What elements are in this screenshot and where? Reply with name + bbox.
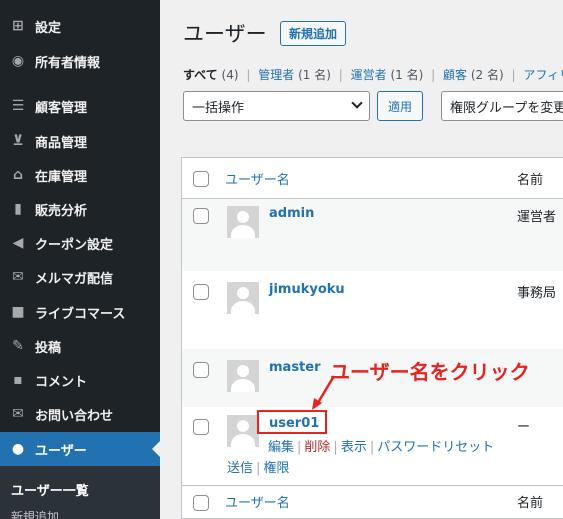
row-actions: 編集 | 削除 | 表示 | パスワードリセット: [268, 440, 495, 455]
mail-icon: ✉: [12, 269, 24, 285]
menu-comments[interactable]: ▪ コメント: [0, 363, 160, 397]
avatar: [227, 360, 259, 392]
submenu-add-new[interactable]: 新規追加: [11, 508, 59, 519]
menu-settings[interactable]: ⊞ 設定: [0, 9, 160, 43]
video-icon: ■: [11, 304, 25, 320]
role-change-select[interactable]: 権限グループを変更: [441, 91, 563, 121]
comment-icon: ▪: [13, 372, 23, 388]
table-row: user01 ー 編集 | 削除 | 表示 | パスワードリセット 送信 | 権限: [182, 407, 563, 485]
row-checkbox[interactable]: [193, 284, 209, 300]
select-all-checkbox-footer[interactable]: [193, 495, 209, 511]
username-link[interactable]: admin: [269, 206, 314, 221]
column-name-footer: 名前: [517, 496, 544, 511]
menu-products[interactable]: ⊻ 商品管理: [0, 124, 160, 158]
menu-users[interactable]: ● ユーザー: [0, 432, 160, 466]
menu-label: 投稿: [35, 340, 62, 356]
list-icon: ☰: [11, 98, 25, 114]
row-checkbox[interactable]: [193, 362, 209, 378]
row-checkbox[interactable]: [193, 419, 209, 435]
username-link[interactable]: jimukyoku: [269, 282, 345, 297]
users-submenu: ユーザー一覧 新規追加: [0, 466, 160, 519]
reset-password-link[interactable]: パスワードリセット: [377, 440, 494, 455]
mail-icon: ✉: [12, 406, 24, 422]
column-username[interactable]: ユーザー名: [225, 169, 290, 188]
settings-icon: ⊞: [12, 18, 24, 34]
dashboard-icon: ◉: [11, 53, 25, 69]
bulk-action-label: 一括操作: [192, 100, 245, 116]
menu-label: クーポン設定: [35, 237, 114, 253]
filter-admin[interactable]: 管理者: [258, 68, 294, 82]
menu-label: 商品管理: [35, 135, 88, 151]
username-highlight-box: [257, 410, 327, 434]
avatar: [227, 282, 259, 314]
column-username-footer[interactable]: ユーザー名: [225, 492, 290, 511]
admin-sidebar: ⊞ 設定 ◉ 所有者情報 ☰ 顧客管理 ⊻ 商品管理 ⌂ 在庫管理 ▮ 販売分析…: [0, 0, 160, 519]
menu-label: 在庫管理: [35, 169, 88, 185]
menu-label: メルマガ配信: [35, 271, 114, 287]
delete-link[interactable]: 削除: [304, 440, 330, 455]
view-link[interactable]: 表示: [341, 440, 367, 455]
row-checkbox[interactable]: [193, 208, 209, 224]
menu-label: コメント: [35, 374, 88, 390]
submenu-user-list[interactable]: ユーザー一覧: [11, 480, 89, 499]
permissions-link[interactable]: 権限: [263, 461, 289, 476]
edit-link[interactable]: 編集: [268, 440, 294, 455]
pin-icon: ✎: [12, 338, 24, 354]
menu-owner-info[interactable]: ◉ 所有者情報: [0, 44, 160, 78]
table-row: jimukyoku 事務局: [182, 271, 563, 349]
row-actions-2: 送信 | 権限: [227, 461, 290, 476]
table-footer: ユーザー名 名前: [182, 485, 563, 519]
user-role: ー: [517, 420, 531, 435]
avatar: [227, 415, 259, 447]
chevron-down-icon: [351, 97, 363, 109]
avatar: [227, 206, 259, 238]
page-title: ユーザー: [183, 22, 267, 46]
filter-affiliate[interactable]: アフィリ: [523, 68, 563, 82]
user-role: 事務局: [517, 286, 557, 301]
users-table: ユーザー名 名前 admin 運営者 jimukyoku 事務局 master …: [181, 157, 563, 519]
chart-icon: ▮: [14, 201, 22, 217]
table-row: admin 運営者: [182, 199, 563, 271]
filter-customer-count: (2 名): [470, 68, 504, 82]
menu-live-commerce[interactable]: ■ ライブコマース: [0, 295, 160, 329]
filter-operator-count: (1 名): [390, 68, 424, 82]
send-link[interactable]: 送信: [227, 461, 253, 476]
filter-all-count: (4): [221, 68, 239, 82]
column-name: 名前: [517, 173, 544, 188]
filter-all[interactable]: すべて: [183, 68, 218, 82]
menu-customers[interactable]: ☰ 顧客管理: [0, 89, 160, 123]
menu-newsletter[interactable]: ✉ メルマガ配信: [0, 260, 160, 294]
menu-label: 所有者情報: [35, 55, 101, 71]
bulk-action-select[interactable]: 一括操作: [183, 91, 370, 121]
menu-label: 設定: [35, 20, 62, 36]
annotation-text: ユーザー名をクリック: [330, 360, 530, 384]
menu-label: 顧客管理: [35, 100, 88, 116]
select-all-checkbox[interactable]: [193, 171, 209, 187]
table-header: ユーザー名 名前: [182, 158, 563, 199]
apply-button[interactable]: 適用: [377, 91, 423, 121]
filter-customer[interactable]: 顧客: [443, 68, 467, 82]
menu-coupons[interactable]: ◀ クーポン設定: [0, 226, 160, 260]
user-icon: ●: [11, 441, 25, 457]
menu-inventory[interactable]: ⌂ 在庫管理: [0, 158, 160, 192]
filter-admin-count: (1 名): [298, 68, 331, 82]
menu-sales-analysis[interactable]: ▮ 販売分析: [0, 192, 160, 226]
filter-operator[interactable]: 運営者: [351, 68, 387, 82]
cart-icon: ⊻: [12, 133, 24, 149]
menu-label: お問い合わせ: [35, 408, 114, 424]
user-role: 運営者: [517, 210, 557, 225]
add-new-button[interactable]: 新規追加: [280, 21, 347, 46]
megaphone-icon: ◀: [12, 235, 24, 251]
menu-posts[interactable]: ✎ 投稿: [0, 329, 160, 363]
role-filters: すべて (4) | 管理者 (1 名) | 運営者 (1 名) | 顧客 (2 …: [183, 66, 563, 83]
menu-contact[interactable]: ✉ お問い合わせ: [0, 397, 160, 431]
menu-label: ライブコマース: [35, 306, 126, 322]
menu-label: ユーザー: [35, 443, 87, 459]
store-icon: ⌂: [12, 167, 24, 183]
menu-label: 販売分析: [35, 203, 88, 219]
